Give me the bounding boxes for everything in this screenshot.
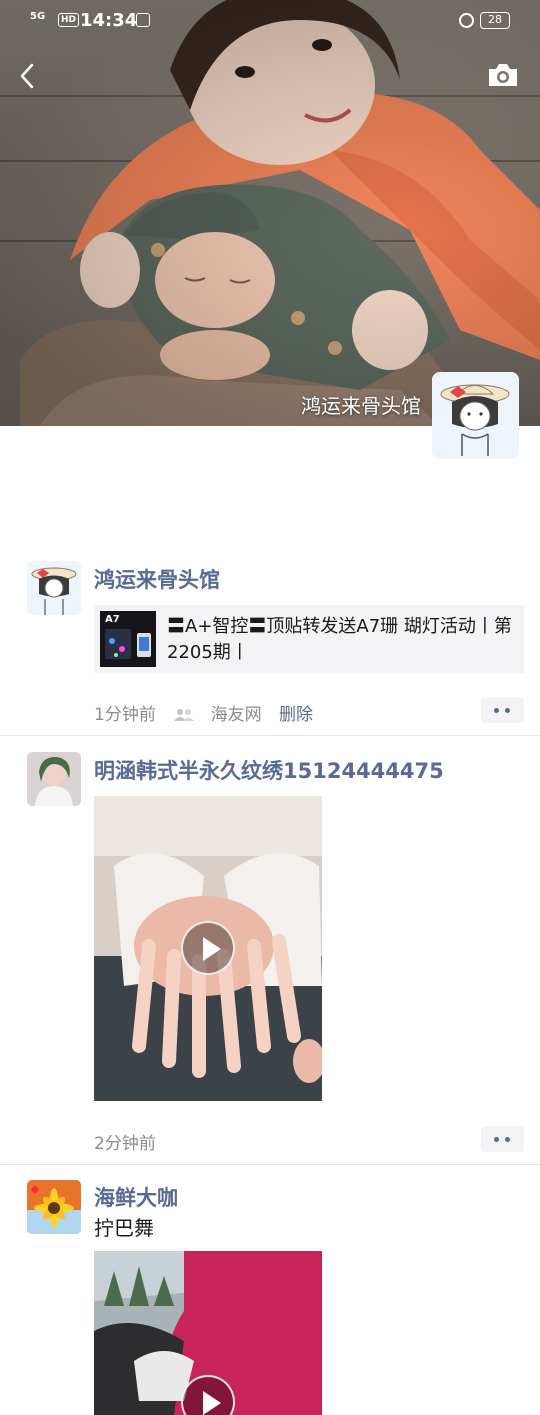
post-video[interactable]	[94, 1251, 322, 1415]
post-meta: 2分钟前	[94, 1129, 168, 1154]
camera-icon	[489, 64, 517, 86]
more-actions-button[interactable]	[481, 697, 524, 723]
dot-icon	[494, 1137, 499, 1142]
shared-link-card[interactable]: A7 〓A+智控〓顶贴转发送A7珊 瑚灯活动丨第2205期丨	[94, 605, 524, 673]
dot-icon	[505, 708, 510, 713]
post-author[interactable]: 鸿运来骨头馆	[94, 564, 220, 594]
post-divider	[0, 1164, 540, 1165]
delete-link[interactable]: 删除	[279, 705, 313, 725]
post-time: 2分钟前	[94, 1134, 156, 1154]
shared-link-thumbnail: A7	[100, 611, 156, 667]
post-author[interactable]: 明涵韩式半永久纹绣15124444475	[94, 755, 444, 785]
thumbnail-image	[105, 629, 151, 659]
dot-icon	[505, 1137, 510, 1142]
notification-icon	[136, 13, 150, 27]
play-icon[interactable]	[181, 921, 235, 975]
back-button[interactable]	[14, 60, 42, 92]
visibility-label: 海友网	[210, 705, 262, 725]
post-meta: 1分钟前 海友网 删除	[94, 700, 325, 725]
profile-name: 鸿运来骨头馆	[301, 394, 421, 418]
post-divider	[0, 735, 540, 736]
status-bar: 5G HD 14:34 28	[0, 0, 540, 42]
post-avatar[interactable]	[27, 561, 81, 615]
avatar-image	[27, 1180, 81, 1234]
profile-avatar[interactable]	[432, 372, 519, 459]
more-actions-button[interactable]	[481, 1126, 524, 1152]
battery-indicator: 28	[480, 12, 510, 29]
feed-post: 明涵韩式半永久纹绣15124444475 2分钟前	[0, 735, 540, 1165]
post-time: 1分钟前	[94, 705, 156, 725]
avatar-image	[432, 372, 519, 459]
friends-icon	[174, 709, 195, 721]
dot-icon	[494, 708, 499, 713]
avatar-image	[31, 567, 77, 615]
hd-indicator: HD	[58, 13, 80, 27]
cover-photo[interactable]	[0, 0, 540, 426]
post-author[interactable]: 海鲜大咖	[94, 1182, 178, 1212]
signal-indicator: 5G	[30, 11, 46, 22]
chevron-left-icon	[20, 63, 34, 89]
camera-button[interactable]	[487, 62, 519, 88]
cover-shade	[0, 0, 540, 426]
post-text: 拧巴舞	[94, 1216, 154, 1240]
status-time: 14:34	[80, 10, 138, 31]
feed-post: 鸿运来骨头馆 A7 〓A+智控〓顶贴转发送A7珊 瑚灯活动丨第2205期丨 1分…	[0, 540, 540, 736]
avatar-image	[27, 752, 81, 806]
post-avatar[interactable]	[27, 752, 81, 806]
shared-link-title: 〓A+智控〓顶贴转发送A7珊 瑚灯活动丨第2205期丨	[167, 616, 512, 663]
post-video[interactable]	[94, 796, 322, 1101]
feed-post: 海鲜大咖 拧巴舞	[0, 1164, 540, 1415]
alarm-icon	[459, 13, 474, 28]
post-avatar[interactable]	[27, 1180, 81, 1234]
